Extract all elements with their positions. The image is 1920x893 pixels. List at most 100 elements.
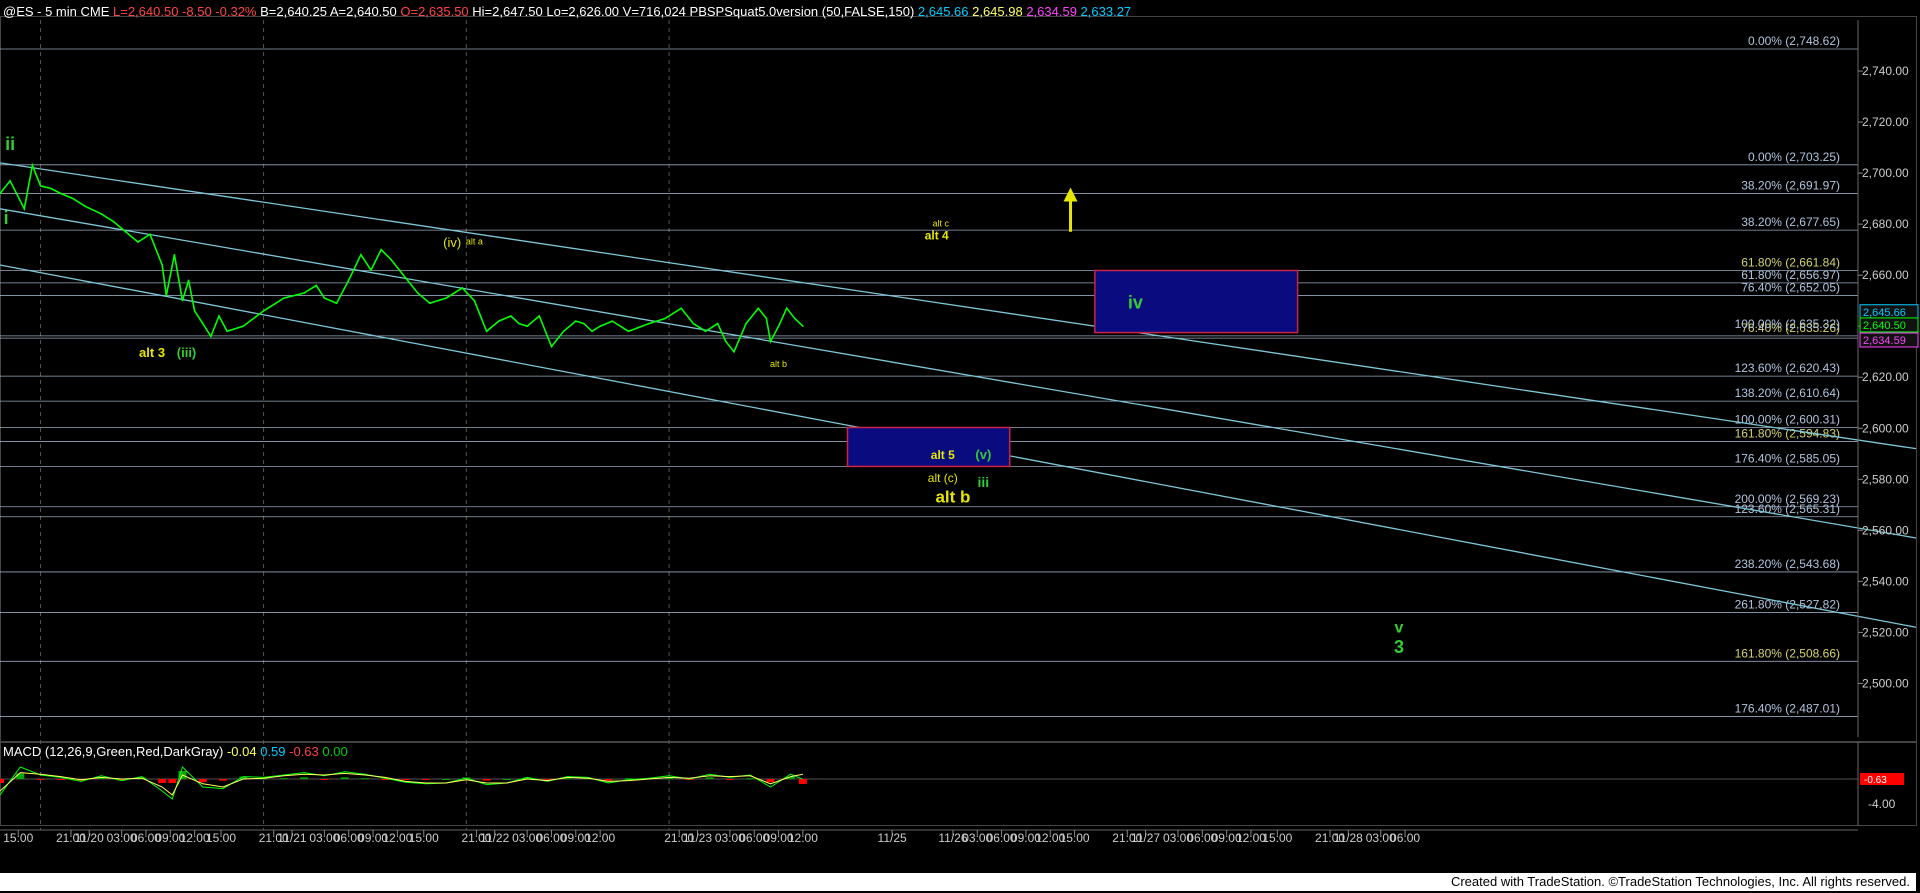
price-tick-label: 2,560.00 [1862, 523, 1909, 537]
price-point [173, 253, 176, 256]
macd-histogram-bar [198, 779, 207, 783]
price-point [149, 233, 151, 236]
macd-signal-line [0, 772, 803, 796]
price-point [370, 269, 372, 271]
macd-histogram-bar [36, 779, 45, 780]
macd-histogram-bar [360, 778, 369, 780]
price-point [591, 330, 593, 333]
price-point [262, 310, 265, 312]
price-point [518, 322, 520, 325]
wave-label: v [1395, 619, 1404, 636]
macd-histogram-bar [279, 778, 288, 780]
macd-histogram-bar [219, 779, 228, 781]
price-point [226, 330, 228, 333]
price-point [611, 320, 614, 322]
wave-label: alt (c) [928, 471, 958, 485]
fib-label: 161.80% (2,594.83) [1735, 426, 1840, 440]
price-point [242, 325, 245, 327]
price-tag-label: 2,634.59 [1863, 335, 1906, 347]
price-tick-label: 2,720.00 [1862, 115, 1909, 129]
fib-label: 0.00% (2,748.62) [1748, 34, 1840, 48]
price-point [793, 317, 796, 320]
macd-histogram-bar [300, 777, 309, 779]
price-point [485, 330, 488, 333]
price-tick-label: 2,540.00 [1862, 574, 1909, 588]
price-point [193, 310, 196, 312]
price-point [785, 307, 788, 310]
time-tick-label: 11/25 [878, 831, 907, 845]
macd-histogram-bar [766, 779, 775, 783]
macd-histogram-bar [563, 778, 572, 780]
price-tick-label: 2,700.00 [1862, 166, 1909, 180]
wave-label: alt b [935, 487, 970, 506]
price-pane-frame [0, 16, 1917, 742]
price-chart: 0.00% (2,748.62) 0.00% (2,703.25) 38.20% (… [0, 4, 1919, 845]
price-point [416, 292, 419, 294]
fib-label: 176.40% (2,487.01) [1735, 702, 1840, 716]
price-point [335, 302, 338, 305]
fib-label: 238.20% (2,543.68) [1735, 557, 1840, 571]
macd-histogram-bar [705, 777, 714, 779]
price-point [526, 325, 528, 327]
price-point [777, 325, 780, 327]
price-tick-label: 2,600.00 [1862, 421, 1909, 435]
macd-histogram-bar [482, 779, 491, 781]
macd-histogram-bar [158, 779, 167, 783]
price-point [9, 179, 11, 182]
macd-line [0, 766, 804, 800]
macd-histogram-bar [401, 779, 410, 780]
price-point [39, 185, 42, 187]
macd-histogram-bar [604, 779, 613, 781]
price-point [137, 241, 139, 243]
up-arrow-icon [1063, 187, 1078, 202]
price-point [461, 287, 464, 289]
macd-histogram-bar [340, 777, 349, 779]
price-tick-label: 2,580.00 [1862, 472, 1909, 486]
fib-label: 161.80% (2,508.66) [1735, 646, 1840, 660]
price-tick-label: 2,740.00 [1862, 64, 1909, 78]
price-tag-label: 2,640.50 [1863, 320, 1906, 332]
wave-label: alt 5 [931, 448, 955, 462]
price-point [360, 253, 362, 256]
price-point [165, 294, 168, 297]
macd-histogram-bar [421, 779, 430, 780]
trend-channel-line [0, 162, 1917, 450]
price-point [550, 345, 553, 348]
fib-label: 100.00% (2,635.32) [1735, 317, 1840, 331]
price-point [429, 302, 431, 305]
price-point [692, 322, 695, 325]
macd-histogram-bar [798, 779, 807, 785]
price-point [733, 350, 735, 353]
macd-histogram-bar [746, 778, 755, 780]
price-point [201, 322, 204, 325]
price-point [31, 164, 34, 167]
price-point [84, 205, 86, 208]
price-tick-label: 2,680.00 [1862, 217, 1909, 231]
price-tick-label: 2,620.00 [1862, 370, 1909, 384]
price-point [538, 315, 541, 317]
wave-label: iv [1128, 292, 1143, 312]
time-tick-label: 06:00 [1390, 831, 1420, 845]
price-point [648, 322, 650, 325]
time-tick-label: 11/27 [1131, 831, 1160, 845]
price-point [583, 322, 585, 325]
price-point [704, 330, 707, 333]
price-point [445, 297, 447, 299]
price-point [664, 317, 666, 320]
price-point [100, 213, 103, 215]
price-point [210, 335, 212, 338]
price-point [124, 230, 127, 233]
footer-credit: Created with TradeStation. ©TradeStation… [0, 873, 1916, 891]
price-point [390, 259, 393, 261]
wave-label: alt 4 [925, 228, 949, 242]
price-point [283, 297, 285, 299]
time-tick-label: 15:00 [1060, 831, 1090, 845]
price-point [745, 322, 747, 325]
price-point [161, 264, 164, 266]
price-point [510, 315, 512, 317]
fib-label: 38.20% (2,677.65) [1741, 215, 1840, 229]
price-tick-label: 2,660.00 [1862, 268, 1909, 282]
price-point [347, 279, 350, 282]
price-tick-label: 2,500.00 [1862, 676, 1909, 690]
price-point [49, 187, 52, 190]
